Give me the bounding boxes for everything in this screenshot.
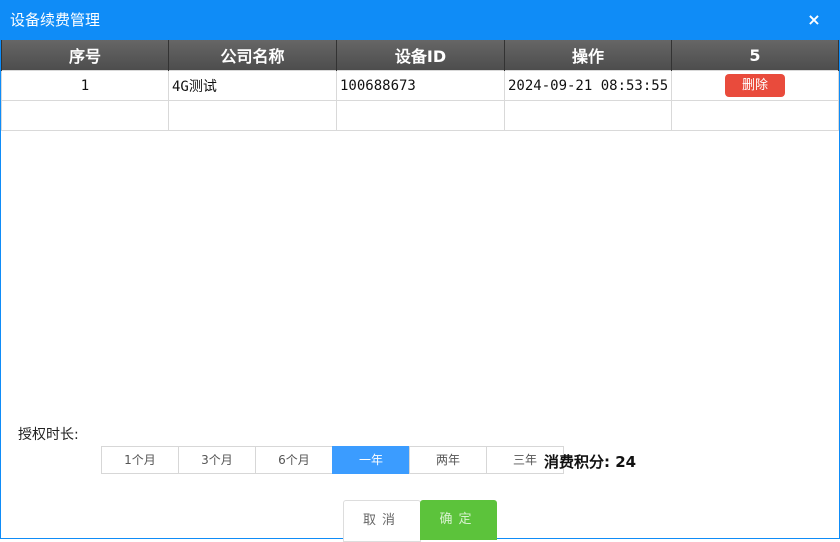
empty-cell [504,100,672,131]
cell-action: 删除 [671,70,839,101]
cell-company: 4G测试 [168,70,337,101]
close-icon[interactable]: × [804,10,824,30]
cell-time: 2024-09-21 08:53:55 [504,70,672,101]
header-operation: 操作 [504,40,672,71]
confirm-button[interactable]: 确定 [420,500,497,540]
duration-option-1-year[interactable]: 一年 [332,446,410,474]
dialog-title-bar: 设备续费管理 × [0,0,840,40]
header-count: 5 [671,40,839,71]
duration-option-2-years[interactable]: 两年 [409,446,487,474]
duration-option-6-months[interactable]: 6个月 [255,446,333,474]
header-device-id: 设备ID [336,40,505,71]
cell-device-id: 100688673 [336,70,505,101]
empty-cell [671,100,839,131]
empty-cell [336,100,505,131]
header-index: 序号 [1,40,169,71]
empty-cell [1,100,169,131]
authorization-label: 授权时长: [18,427,79,443]
dialog-title: 设备续费管理 [10,11,101,29]
duration-option-3-months[interactable]: 3个月 [178,446,256,474]
points-value: 24 [615,453,637,471]
cancel-button[interactable]: 取消 [343,500,421,542]
points-label: 消费积分: [544,453,610,471]
duration-option-1-month[interactable]: 1个月 [101,446,179,474]
duration-options: 1个月 3个月 6个月 一年 两年 三年 [101,446,564,474]
cell-index: 1 [1,70,169,101]
delete-button[interactable]: 删除 [725,74,785,97]
device-table: 序号 公司名称 设备ID 操作 5 1 4G测试 100688673 2024-… [1,40,839,131]
empty-cell [168,100,337,131]
points-summary: 消费积分: 24 [544,451,636,472]
table-header-row: 序号 公司名称 设备ID 操作 5 [1,40,839,71]
header-company: 公司名称 [168,40,337,71]
table-row-empty [1,100,839,131]
table-row: 1 4G测试 100688673 2024-09-21 08:53:55 删除 [1,70,839,101]
